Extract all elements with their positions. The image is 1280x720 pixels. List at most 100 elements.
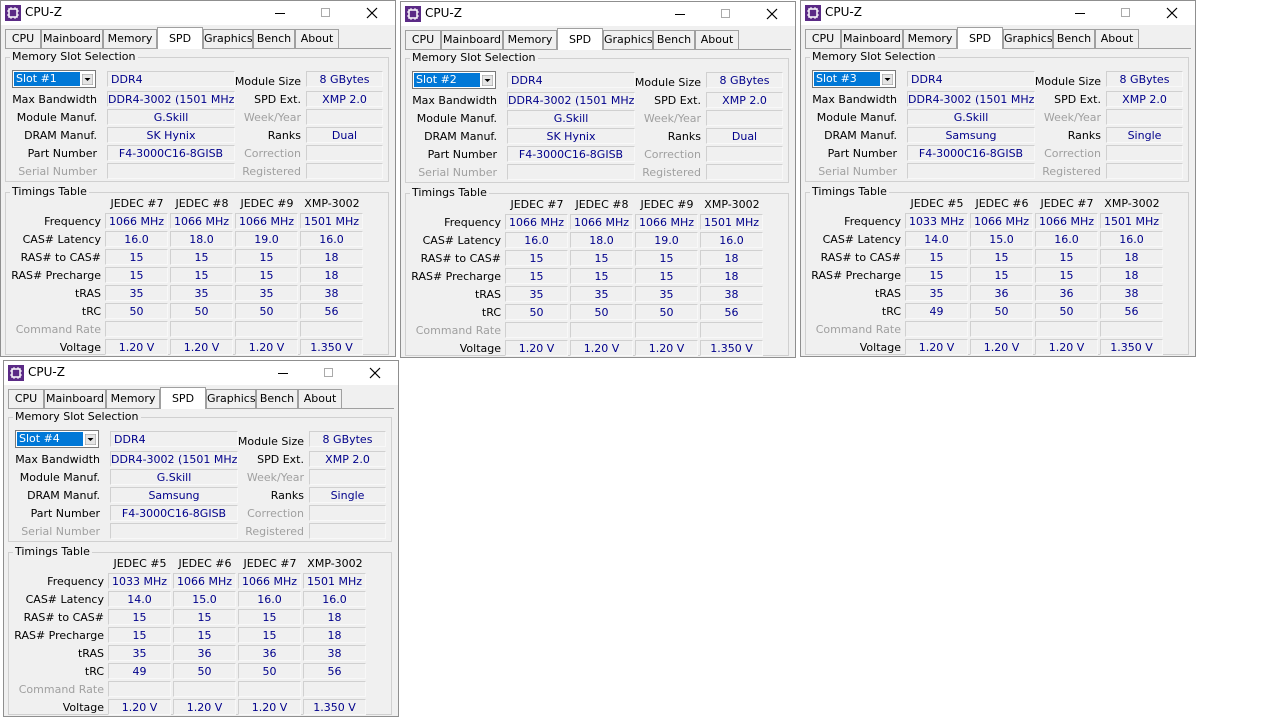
timing-cell-tras: 38 [300, 285, 363, 301]
minimize-button[interactable] [260, 361, 306, 385]
timings-column-header: JEDEC #5 [113, 557, 167, 570]
week-year-label: Week/Year [243, 111, 301, 124]
timing-cell-command-rate [173, 681, 236, 697]
timing-label-ras-precharge: RAS# Precharge [14, 629, 104, 642]
tab-spd[interactable]: SPD [957, 27, 1003, 49]
dram-manuf-value: SK Hynix [507, 128, 635, 144]
timing-cell-trc: 50 [970, 303, 1033, 319]
timing-cell-command-rate [170, 321, 233, 337]
tab-spd[interactable]: SPD [160, 387, 206, 409]
timings-column-header: JEDEC #8 [175, 197, 229, 210]
timing-cell-ras-to-cas: 18 [300, 249, 363, 265]
slot-select[interactable]: Slot #1 [12, 70, 96, 88]
tab-cpu[interactable]: CPU [5, 29, 41, 48]
minimize-button[interactable] [657, 2, 703, 26]
tab-bench[interactable]: Bench [256, 389, 298, 408]
tab-mainboard[interactable]: Mainboard [841, 29, 903, 48]
spd-ext-value: XMP 2.0 [1106, 91, 1183, 107]
max-bandwidth-value: DDR4-3002 (1501 MHz) [507, 92, 635, 108]
timing-label-tras: tRAS [474, 288, 501, 301]
tab-memory[interactable]: Memory [106, 389, 160, 408]
title-bar[interactable]: CPU-Z [1, 1, 395, 25]
timings-column-header: JEDEC #8 [575, 198, 629, 211]
tab-memory[interactable]: Memory [903, 29, 957, 48]
maximize-button[interactable] [306, 361, 352, 385]
timing-cell-command-rate [108, 681, 171, 697]
minimize-button[interactable] [257, 1, 303, 25]
part-number-label: Part Number [30, 507, 100, 520]
close-button[interactable] [352, 361, 398, 385]
serial-number-value [507, 164, 635, 180]
serial-number-label: Serial Number [21, 525, 100, 538]
tab-cpu[interactable]: CPU [405, 30, 441, 49]
close-button[interactable] [749, 2, 795, 26]
registered-value [306, 163, 383, 179]
tab-about[interactable]: About [1095, 29, 1139, 48]
timing-cell-tras: 35 [170, 285, 233, 301]
timing-cell-frequency: 1501 MHz [300, 213, 363, 229]
tab-mainboard[interactable]: Mainboard [41, 29, 103, 48]
dram-manuf-label: DRAM Manuf. [824, 129, 897, 142]
week-year-value [706, 110, 783, 126]
timing-cell-ras-to-cas: 15 [170, 249, 233, 265]
tab-bench[interactable]: Bench [1053, 29, 1095, 48]
tab-mainboard[interactable]: Mainboard [44, 389, 106, 408]
slot-select[interactable]: Slot #3 [812, 70, 896, 88]
timing-cell-frequency: 1501 MHz [1100, 213, 1163, 229]
tab-cpu[interactable]: CPU [8, 389, 44, 408]
slot-select[interactable]: Slot #4 [15, 430, 99, 448]
tab-graphics[interactable]: Graphics [603, 30, 653, 49]
tab-spd[interactable]: SPD [157, 27, 203, 49]
timing-cell-trc: 50 [235, 303, 298, 319]
title-bar[interactable]: CPU-Z [4, 361, 398, 385]
title-bar[interactable]: CPU-Z [801, 1, 1195, 25]
close-button[interactable] [1149, 1, 1195, 25]
timing-cell-cas-latency: 14.0 [108, 591, 171, 607]
tab-memory[interactable]: Memory [103, 29, 157, 48]
timing-cell-trc: 56 [303, 663, 366, 679]
tab-about[interactable]: About [695, 30, 739, 49]
maximize-button[interactable] [703, 2, 749, 26]
tab-bench[interactable]: Bench [253, 29, 295, 48]
slot-select[interactable]: Slot #2 [412, 71, 496, 89]
max-bandwidth-value: DDR4-3002 (1501 MHz) [907, 91, 1035, 107]
spd-ext-label: SPD Ext. [257, 453, 304, 466]
tab-graphics[interactable]: Graphics [1003, 29, 1053, 48]
timings-table-legend: Timings Table [810, 185, 889, 198]
timing-cell-frequency: 1066 MHz [1035, 213, 1098, 229]
tab-mainboard[interactable]: Mainboard [441, 30, 503, 49]
title-bar[interactable]: CPU-Z [401, 2, 795, 26]
tab-about[interactable]: About [298, 389, 342, 408]
serial-number-label: Serial Number [818, 165, 897, 178]
timing-cell-frequency: 1066 MHz [505, 214, 568, 230]
timing-cell-tras: 36 [238, 645, 301, 661]
timing-cell-trc: 50 [505, 304, 568, 320]
timing-label-trc: tRC [81, 305, 101, 318]
timing-cell-ras-precharge: 15 [170, 267, 233, 283]
timings-column-header: XMP-3002 [307, 557, 363, 570]
tab-graphics[interactable]: Graphics [206, 389, 256, 408]
tab-graphics[interactable]: Graphics [203, 29, 253, 48]
close-button[interactable] [349, 1, 395, 25]
correction-value [306, 145, 383, 161]
timing-cell-cas-latency: 16.0 [700, 232, 763, 248]
maximize-button[interactable] [1103, 1, 1149, 25]
registered-value [309, 523, 386, 539]
tab-cpu[interactable]: CPU [805, 29, 841, 48]
minimize-button[interactable] [1057, 1, 1103, 25]
spd-ext-label: SPD Ext. [254, 93, 301, 106]
serial-number-value [110, 523, 238, 539]
tab-about[interactable]: About [295, 29, 339, 48]
timing-cell-frequency: 1066 MHz [105, 213, 168, 229]
tab-bench[interactable]: Bench [653, 30, 695, 49]
timing-cell-command-rate [700, 322, 763, 338]
timing-cell-cas-latency: 19.0 [235, 231, 298, 247]
timing-cell-cas-latency: 15.0 [970, 231, 1033, 247]
timing-cell-ras-precharge: 18 [700, 268, 763, 284]
tab-memory[interactable]: Memory [503, 30, 557, 49]
timing-cell-tras: 38 [1100, 285, 1163, 301]
maximize-button[interactable] [303, 1, 349, 25]
tab-spd[interactable]: SPD [557, 28, 603, 50]
timings-column-header: XMP-3002 [704, 198, 760, 211]
timing-cell-tras: 35 [505, 286, 568, 302]
